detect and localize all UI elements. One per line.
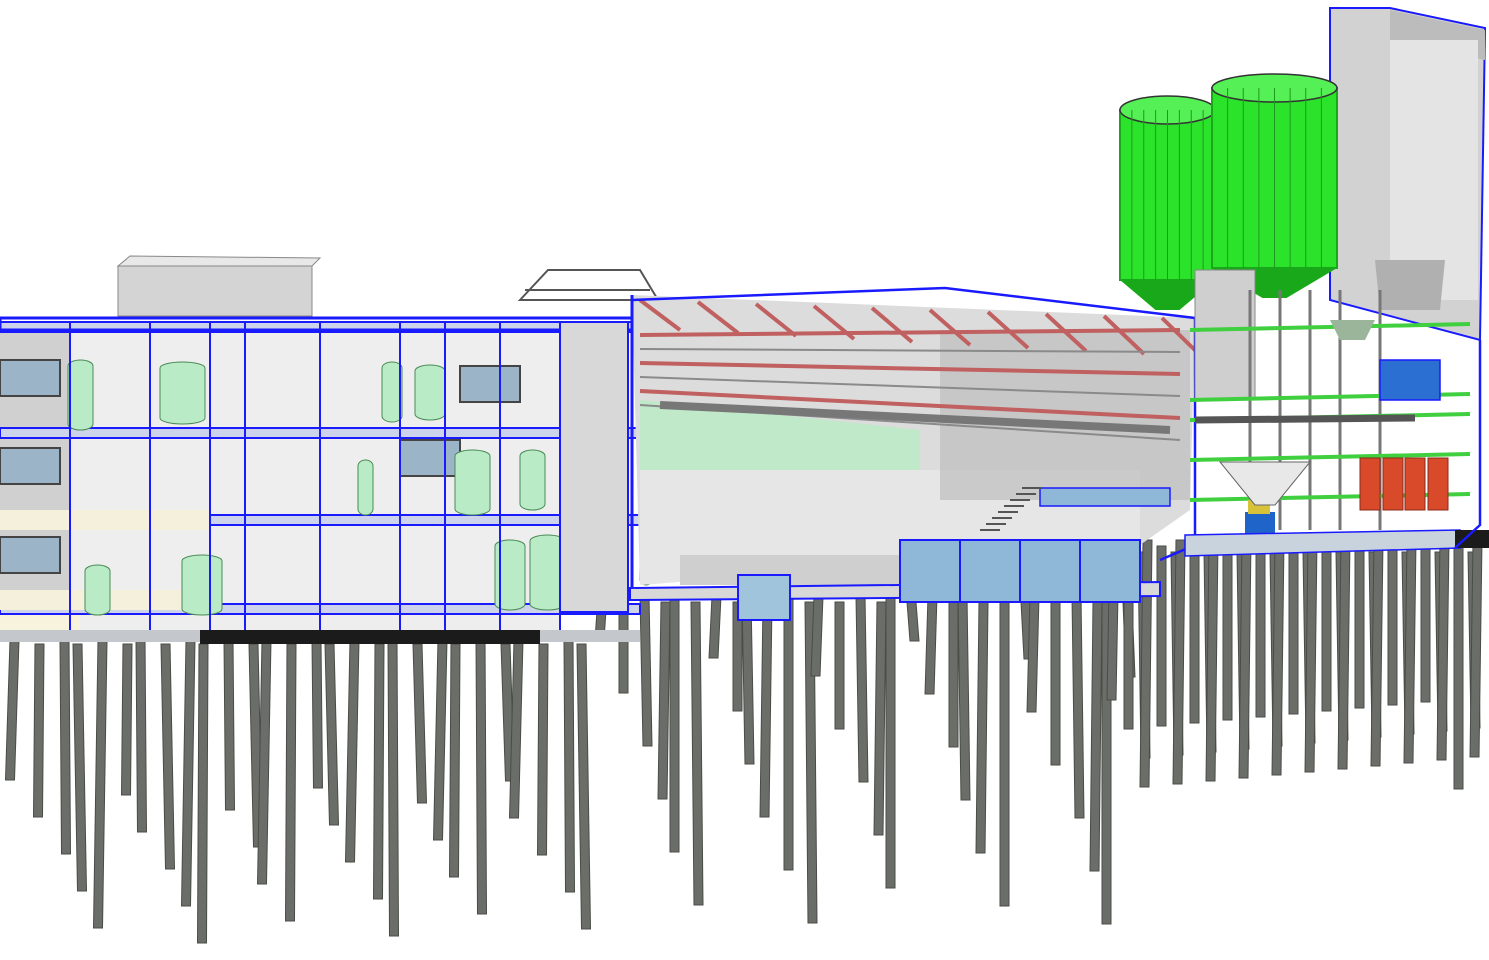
pile — [957, 595, 971, 801]
window — [0, 359, 61, 397]
pile — [690, 601, 704, 906]
bim-section-viewport[interactable] — [0, 0, 1489, 960]
plant-base-slab — [1184, 529, 1461, 557]
pile — [32, 643, 45, 818]
plant-section-outline — [1454, 340, 1482, 549]
stair-core — [559, 321, 629, 613]
pile — [834, 601, 845, 730]
pile — [855, 595, 869, 783]
rooftop-unit-top — [116, 255, 322, 267]
pile — [1050, 601, 1061, 766]
tank — [959, 539, 1021, 603]
pile — [906, 601, 920, 642]
pump-pit — [737, 574, 791, 621]
pile — [372, 643, 385, 900]
pile — [284, 643, 297, 922]
pile — [1089, 601, 1103, 872]
pile — [135, 639, 148, 833]
column-cover — [357, 459, 374, 516]
model-canvas — [0, 7, 1489, 944]
water-tanks — [899, 539, 1141, 603]
pile — [1420, 545, 1431, 703]
tank — [1019, 539, 1081, 603]
window — [0, 536, 61, 574]
pile — [196, 643, 209, 944]
pile — [1453, 545, 1464, 790]
floor-plinth — [680, 555, 910, 585]
conveyor-house — [1194, 269, 1256, 401]
window — [399, 439, 461, 477]
pile — [4, 639, 20, 781]
pile — [783, 595, 794, 871]
pile — [1321, 545, 1332, 712]
column-cover — [159, 361, 206, 425]
pile — [1156, 545, 1167, 727]
pile — [432, 639, 448, 841]
pile — [92, 639, 108, 929]
pile — [741, 595, 755, 765]
pile — [1288, 545, 1299, 715]
pile — [256, 639, 272, 885]
pile — [160, 643, 176, 870]
rooftop-unit — [117, 265, 313, 317]
pile — [639, 595, 653, 747]
pile — [387, 639, 400, 937]
pile — [448, 643, 461, 878]
pile — [344, 639, 360, 863]
tower-hopper — [1375, 260, 1445, 310]
pile — [180, 639, 196, 907]
pile — [669, 595, 680, 853]
red-containers — [1359, 457, 1449, 511]
pile — [576, 643, 592, 930]
pile — [924, 595, 938, 695]
control-cabin — [1379, 359, 1441, 401]
column-cover — [84, 564, 111, 616]
pile — [563, 639, 576, 893]
pile — [536, 643, 549, 856]
window — [459, 365, 521, 403]
pile — [999, 595, 1010, 907]
pile — [1189, 545, 1200, 724]
office-building-section — [0, 255, 653, 644]
container — [1382, 457, 1404, 511]
pile — [1387, 545, 1398, 706]
pile — [708, 595, 722, 659]
pile — [657, 601, 671, 800]
pile — [223, 639, 236, 811]
pile — [475, 639, 488, 915]
pile — [311, 639, 324, 789]
pile — [412, 643, 428, 804]
column-cover — [454, 449, 491, 516]
column-cover — [67, 359, 94, 431]
pile — [618, 601, 629, 694]
pile — [948, 601, 959, 748]
pile — [873, 601, 887, 836]
pile — [885, 595, 896, 889]
pile — [1222, 545, 1233, 721]
container — [1404, 457, 1426, 511]
foundation-beam — [200, 630, 540, 644]
column-cover — [181, 554, 223, 616]
pile — [59, 639, 72, 855]
feed-hopper — [1330, 320, 1375, 340]
conveyor — [1194, 414, 1416, 424]
tank — [899, 539, 961, 603]
pile — [72, 643, 88, 892]
column-cover — [519, 449, 546, 511]
window — [0, 447, 61, 485]
floor-finish — [0, 510, 210, 530]
tank — [1079, 539, 1141, 603]
pile — [324, 643, 340, 826]
pile — [1255, 545, 1266, 718]
pile — [120, 643, 133, 796]
column-cover — [414, 364, 446, 421]
container — [1359, 457, 1381, 511]
container — [1427, 457, 1449, 511]
pile — [1354, 545, 1365, 709]
pile — [508, 639, 524, 819]
pile — [759, 601, 773, 818]
platform-bridge — [1039, 487, 1171, 507]
pile — [975, 601, 989, 854]
pile — [1071, 595, 1085, 819]
